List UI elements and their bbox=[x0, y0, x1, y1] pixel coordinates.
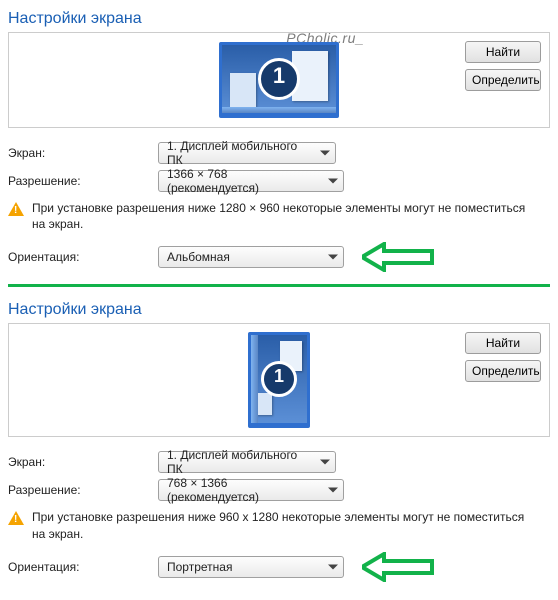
warning-text: При установке разрешения ниже 1280 × 960… bbox=[32, 200, 540, 232]
divider bbox=[8, 284, 550, 287]
chevron-down-icon bbox=[328, 179, 338, 184]
highlight-arrow-icon bbox=[362, 242, 434, 272]
warning-icon bbox=[8, 511, 24, 525]
warning-text: При установке разрешения ниже 960 x 1280… bbox=[32, 509, 540, 541]
resolution-label: Разрешение: bbox=[8, 174, 158, 188]
screen-label: Экран: bbox=[8, 455, 158, 469]
resolution-select-value: 768 × 1366 (рекомендуется) bbox=[167, 476, 319, 504]
monitor-icon[interactable]: 1 bbox=[219, 42, 339, 118]
orientation-label: Ориентация: bbox=[8, 560, 158, 574]
find-button[interactable]: Найти bbox=[465, 332, 541, 354]
display-preview-bottom: 1 Найти Определить bbox=[8, 323, 550, 437]
orientation-label: Ориентация: bbox=[8, 250, 158, 264]
display-preview-top: 1 Найти Определить bbox=[8, 32, 550, 128]
orientation-select[interactable]: Альбомная bbox=[158, 246, 344, 268]
monitor-number: 1 bbox=[258, 58, 300, 100]
monitor-icon[interactable]: 1 bbox=[248, 332, 310, 428]
warning-icon bbox=[8, 202, 24, 216]
find-button[interactable]: Найти bbox=[465, 41, 541, 63]
identify-button[interactable]: Определить bbox=[465, 360, 541, 382]
chevron-down-icon bbox=[328, 488, 338, 493]
chevron-down-icon bbox=[320, 460, 330, 465]
orientation-select[interactable]: Портретная bbox=[158, 556, 344, 578]
chevron-down-icon bbox=[320, 151, 330, 156]
monitor-number: 1 bbox=[261, 361, 297, 397]
panel-title-bottom: Настройки экрана bbox=[8, 301, 550, 319]
panel-title-top: Настройки экрана bbox=[8, 10, 550, 28]
resolution-label: Разрешение: bbox=[8, 483, 158, 497]
screen-select[interactable]: 1. Дисплей мобильного ПК bbox=[158, 142, 336, 164]
highlight-arrow-icon bbox=[362, 552, 434, 582]
orientation-select-value: Портретная bbox=[167, 560, 232, 574]
chevron-down-icon bbox=[328, 564, 338, 569]
chevron-down-icon bbox=[328, 255, 338, 260]
screen-select[interactable]: 1. Дисплей мобильного ПК bbox=[158, 451, 336, 473]
resolution-select[interactable]: 1366 × 768 (рекомендуется) bbox=[158, 170, 344, 192]
screen-label: Экран: bbox=[8, 146, 158, 160]
resolution-select-value: 1366 × 768 (рекомендуется) bbox=[167, 167, 319, 195]
screen-select-value: 1. Дисплей мобильного ПК bbox=[167, 448, 311, 476]
identify-button[interactable]: Определить bbox=[465, 69, 541, 91]
orientation-select-value: Альбомная bbox=[167, 250, 230, 264]
screen-select-value: 1. Дисплей мобильного ПК bbox=[167, 139, 311, 167]
resolution-select[interactable]: 768 × 1366 (рекомендуется) bbox=[158, 479, 344, 501]
